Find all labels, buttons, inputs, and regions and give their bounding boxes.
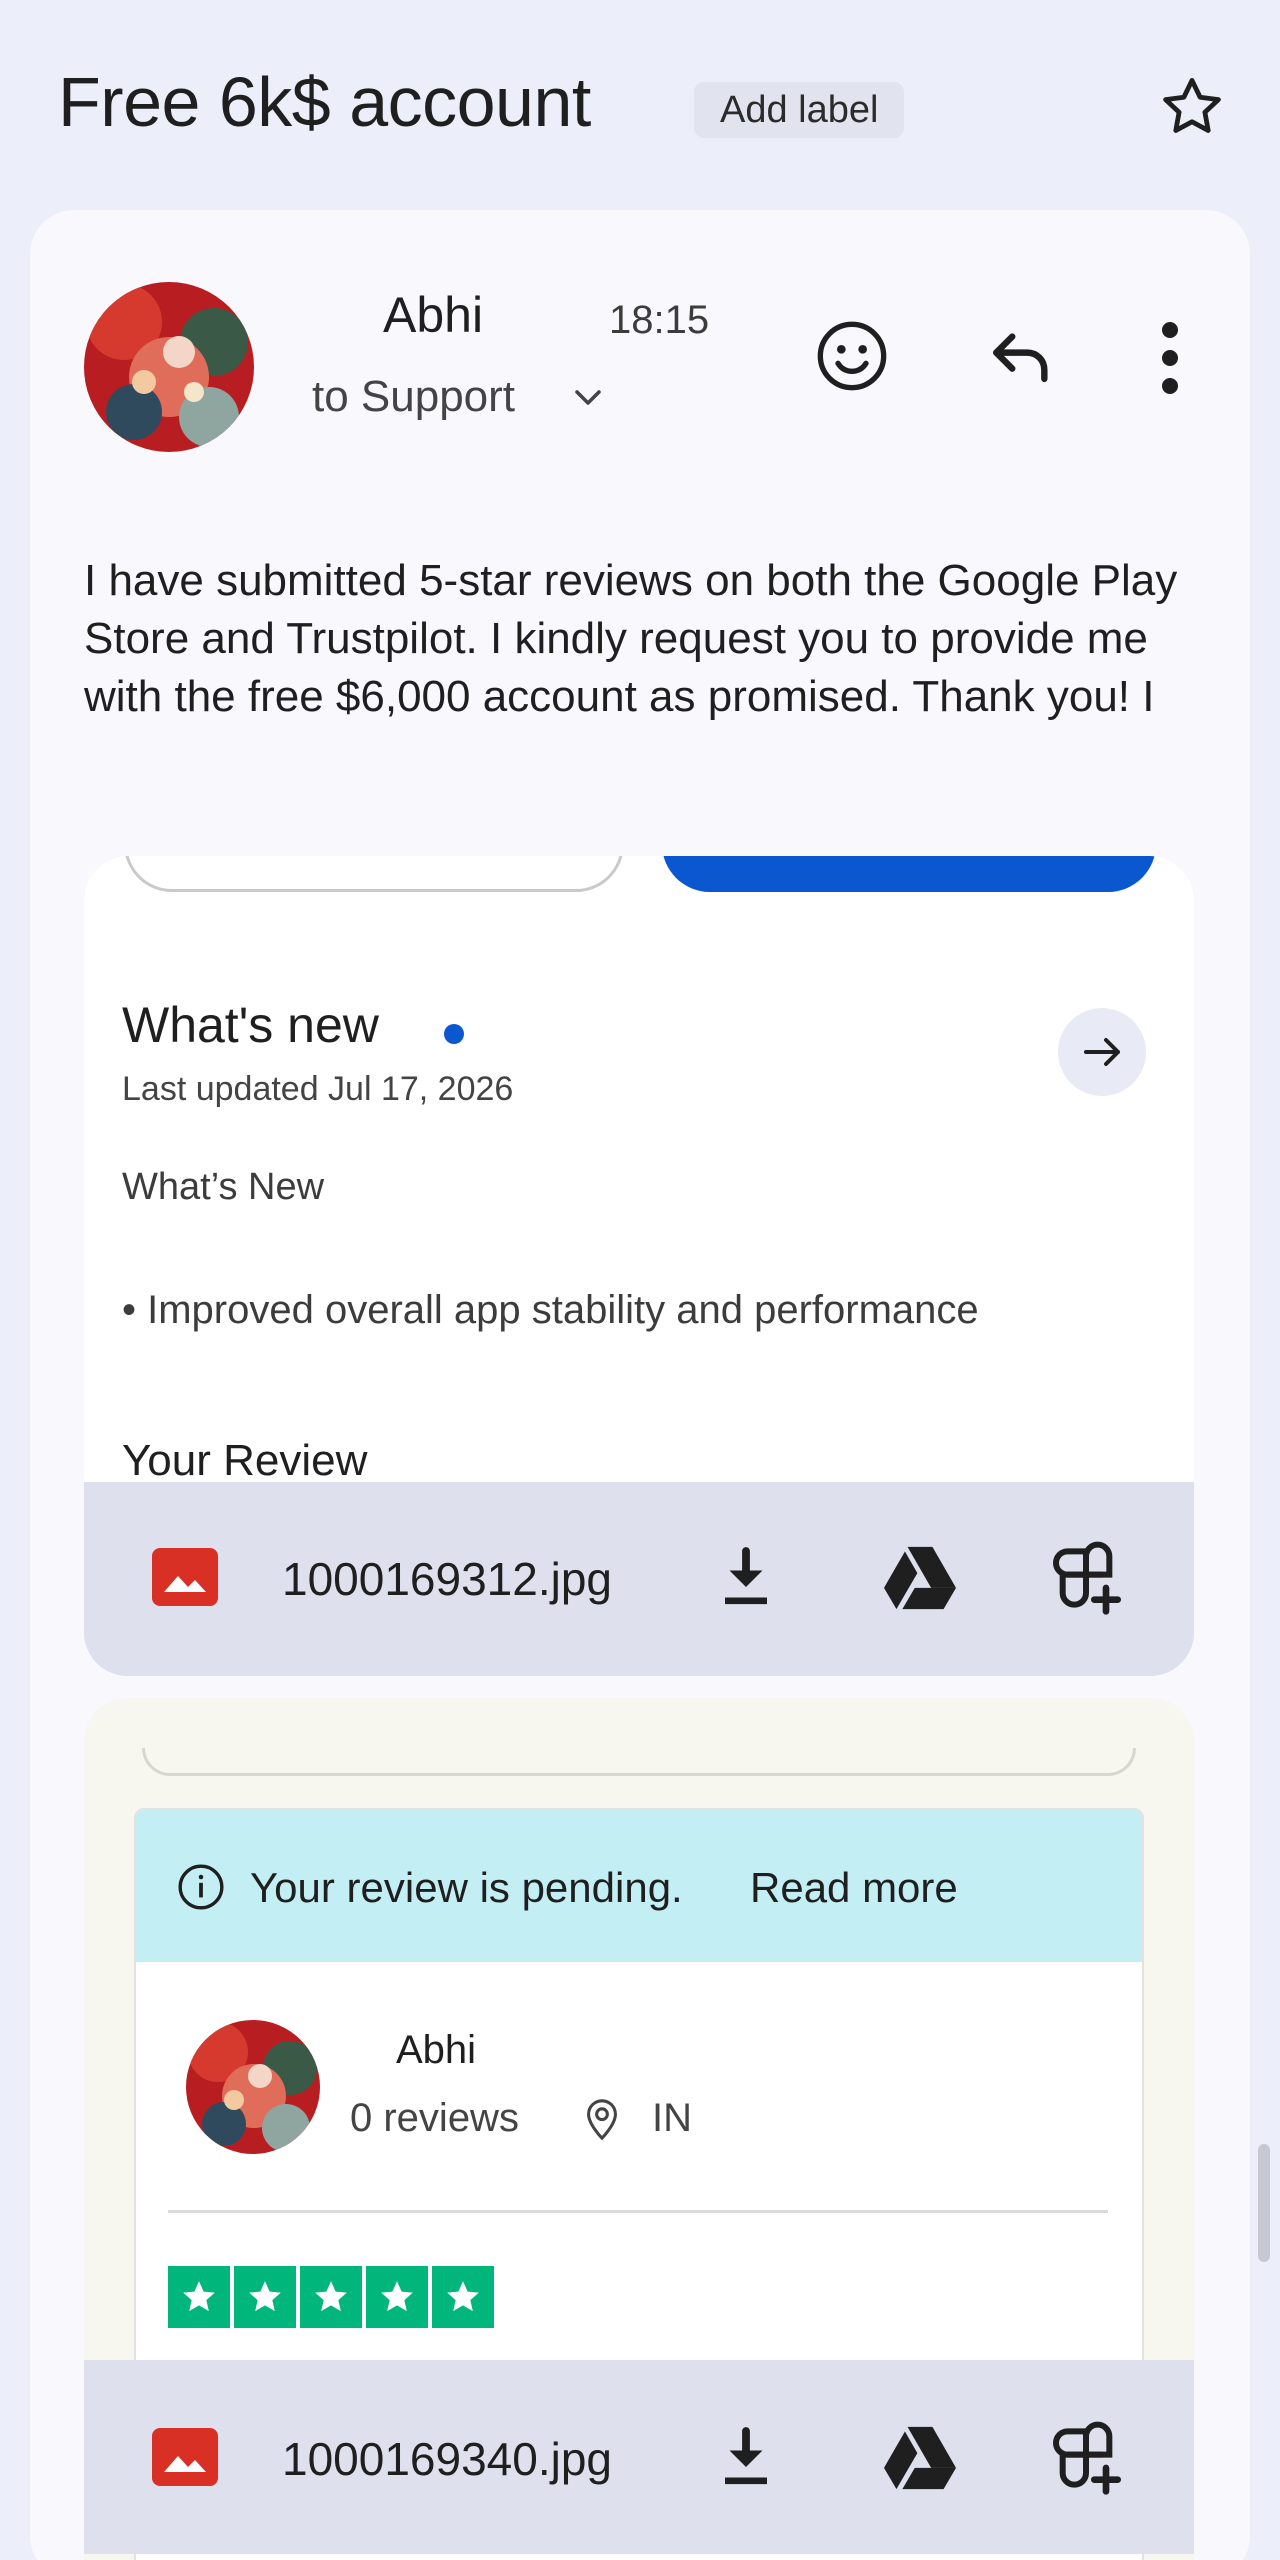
download-icon[interactable] [710, 2422, 782, 2494]
divider [168, 2210, 1108, 2213]
drive-icon[interactable] [880, 1542, 956, 1614]
star-icon[interactable] [1156, 72, 1228, 144]
last-updated: Last updated Jul 17, 2026 [122, 1070, 514, 1108]
reviewer-country: IN [652, 2096, 692, 2140]
arrow-right-icon [1058, 1008, 1146, 1096]
add-label-chip[interactable]: Add label [694, 82, 905, 138]
attachment-bar-1: 1000169312.jpg [84, 1482, 1194, 1676]
rating-star-icon [432, 2266, 494, 2328]
location-pin-icon [582, 2096, 622, 2142]
rating-star-icon [168, 2266, 230, 2328]
read-more-link: Read more [750, 1864, 958, 1911]
sender-name[interactable]: Abhi [383, 286, 483, 344]
preview-pill-filled [662, 856, 1156, 892]
reviewer-name: Abhi [396, 2028, 477, 2072]
message-time: 18:15 [609, 298, 710, 342]
new-dot-icon [444, 1024, 464, 1044]
emoji-icon[interactable] [812, 316, 892, 396]
whats-new-subheading: What’s New [122, 1166, 325, 1208]
star-rating [168, 2266, 494, 2328]
rating-star-icon [300, 2266, 362, 2328]
pending-banner: Your review is pending. Read more [136, 1810, 1142, 1962]
message-body: I have submitted 5-star reviews on both … [84, 556, 1178, 721]
your-review-heading: Your Review [122, 1436, 368, 1485]
recipient-line[interactable]: to Support [312, 372, 515, 422]
add-to-photos-icon[interactable] [1046, 1538, 1121, 1615]
attachment-preview-1[interactable]: What's new Last updated Jul 17, 2026 Wha… [84, 856, 1194, 1485]
image-file-icon [152, 1548, 218, 1606]
reply-icon[interactable] [986, 322, 1056, 392]
sender-avatar[interactable] [84, 282, 254, 452]
attachment-bar-2: 1000169340.jpg [84, 2360, 1194, 2554]
download-icon[interactable] [710, 1542, 782, 1614]
image-file-icon [152, 2428, 218, 2486]
attachment-filename[interactable]: 1000169340.jpg [282, 2432, 612, 2486]
whats-new-title: What's new [122, 997, 379, 1053]
whats-new-bullet: • Improved overall app stability and per… [122, 1288, 979, 1332]
info-icon [176, 1862, 226, 1912]
preview-outline [142, 1748, 1136, 1776]
attachment-filename[interactable]: 1000169312.jpg [282, 1552, 612, 1606]
rating-star-icon [234, 2266, 296, 2328]
review-count: 0 reviews [350, 2096, 519, 2140]
preview-pill-outline [124, 856, 624, 892]
drive-icon[interactable] [880, 2422, 956, 2494]
attachment-card-1[interactable]: What's new Last updated Jul 17, 2026 Wha… [84, 856, 1194, 1676]
more-vert-icon[interactable] [1150, 318, 1190, 398]
scrollbar[interactable] [1258, 2144, 1270, 2262]
pending-text: Your review is pending. [250, 1864, 683, 1911]
reviewer-avatar [186, 2020, 320, 2154]
attachment-card-2[interactable]: Your review is pending. Read more Abhi 0… [84, 1698, 1194, 2560]
rating-star-icon [366, 2266, 428, 2328]
add-to-photos-icon[interactable] [1046, 2418, 1121, 2495]
chevron-down-icon[interactable] [572, 386, 604, 410]
email-subject: Free 6k$ account [58, 63, 591, 141]
